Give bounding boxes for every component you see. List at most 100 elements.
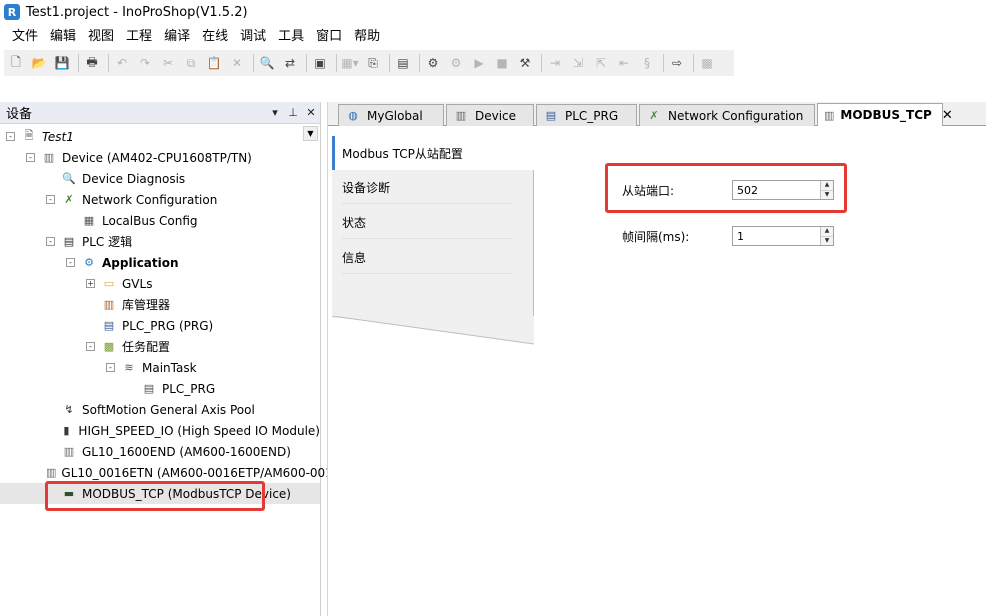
collapse-icon[interactable]: - xyxy=(106,363,115,372)
undo-icon[interactable]: ↶ xyxy=(112,53,132,73)
menu-build[interactable]: 编译 xyxy=(158,26,196,48)
tree-item[interactable]: ▤ PLC_PRG xyxy=(0,378,320,399)
collapse-icon[interactable]: - xyxy=(6,132,15,141)
frame-interval-row: 帧间隔(ms): 1 ▲ ▼ xyxy=(622,226,834,246)
menu-file[interactable]: 文件 xyxy=(6,26,44,48)
toolbar-separator xyxy=(389,54,390,72)
run-to-cursor-icon[interactable]: ⇤ xyxy=(614,53,634,73)
cut-icon[interactable]: ✂ xyxy=(158,53,178,73)
tree-item[interactable]: 🔍 Device Diagnosis xyxy=(0,168,320,189)
collapse-icon[interactable]: - xyxy=(86,342,95,351)
pane-pin-icon[interactable]: ⊥ xyxy=(284,106,302,119)
tab-myglobal[interactable]: ◍ MyGlobal xyxy=(338,104,444,126)
tab-modbus-tcp[interactable]: ▥ MODBUS_TCP ✕ xyxy=(817,103,953,126)
pane-dropdown-icon[interactable]: ▾ xyxy=(266,106,284,119)
logout-icon[interactable]: ⚙ xyxy=(446,53,466,73)
save-icon[interactable]: 💾 xyxy=(52,53,72,73)
spin-down-icon[interactable]: ▼ xyxy=(821,235,833,245)
tree-item[interactable]: - ≋ MainTask xyxy=(0,357,320,378)
login-icon[interactable]: ⚙ xyxy=(423,53,443,73)
reset-tool-icon[interactable]: ⚒ xyxy=(515,53,535,73)
tree-item[interactable]: ▥ 库管理器 xyxy=(0,294,320,315)
side-item-status[interactable]: 状态 xyxy=(332,205,534,239)
toolbar-separator xyxy=(78,54,79,72)
step-out-icon[interactable]: ⇱ xyxy=(591,53,611,73)
collapse-icon[interactable]: - xyxy=(46,237,55,246)
windows-icon[interactable]: ▣ xyxy=(310,53,330,73)
new-file-icon[interactable]: 🗋 xyxy=(6,53,26,73)
print-icon[interactable]: 🖶 xyxy=(82,53,102,73)
paste-icon[interactable]: 📋 xyxy=(204,53,224,73)
spin-up-icon[interactable]: ▲ xyxy=(821,227,833,236)
menu-edit[interactable]: 编辑 xyxy=(44,26,82,48)
menu-project[interactable]: 工程 xyxy=(120,26,158,48)
toolbar-separator xyxy=(693,54,694,72)
side-item-label: 状态 xyxy=(342,215,367,230)
tree-item[interactable]: ▥ GL10_0016ETN (AM600-0016ETP/AM600-0016E… xyxy=(0,462,369,483)
tab-network-configuration[interactable]: ✗ Network Configuration xyxy=(639,104,815,126)
build-icon[interactable]: ▤ xyxy=(393,53,413,73)
pane-close-icon[interactable]: ✕ xyxy=(302,106,320,119)
open-folder-icon[interactable]: 📂 xyxy=(29,53,49,73)
collapse-icon[interactable]: - xyxy=(66,258,75,267)
delete-icon[interactable]: ✕ xyxy=(227,53,247,73)
export-icon[interactable]: ⎘ xyxy=(363,53,383,73)
tree-scroll-down-icon[interactable]: ▼ xyxy=(303,126,318,141)
side-panel-bottom-edge xyxy=(332,316,534,345)
spin-buttons: ▲ ▼ xyxy=(820,227,833,245)
copy-icon[interactable]: ⧉ xyxy=(181,53,201,73)
tree-item-label: GL10_1600END (AM600-1600END) xyxy=(82,444,291,459)
editor-tabs: ◍ MyGlobal ▥ Device ▤ PLC_PRG ✗ Network Configu… xyxy=(328,102,986,126)
side-divider xyxy=(342,273,512,274)
highlight-box-tree-item xyxy=(45,481,265,511)
tree-item[interactable]: - ▥ Device (AM402-CPU1608TP/TN) xyxy=(0,147,320,168)
side-item-info[interactable]: 信息 xyxy=(332,240,534,274)
tab-device[interactable]: ▥ Device xyxy=(446,104,534,126)
tree-item[interactable]: ▦ LocalBus Config xyxy=(0,210,320,231)
menu-debug[interactable]: 调试 xyxy=(234,26,272,48)
menu-help[interactable]: 帮助 xyxy=(348,26,386,48)
tree-item-label: GL10_0016ETN (AM600-0016ETP/AM600-0016ET… xyxy=(61,465,370,480)
monitor-icon[interactable]: ▩ xyxy=(697,53,717,73)
collapse-icon[interactable]: - xyxy=(46,195,55,204)
menu-online[interactable]: 在线 xyxy=(196,26,234,48)
expand-icon[interactable]: + xyxy=(86,279,95,288)
tree-item[interactable]: ▥ GL10_1600END (AM600-1600END) xyxy=(0,441,320,462)
frame-interval-spinbox[interactable]: 1 ▲ ▼ xyxy=(732,226,834,246)
tree-item[interactable]: - ▤ PLC 逻辑 xyxy=(0,231,320,252)
plc-logic-icon: ▤ xyxy=(63,235,75,248)
step-over-icon[interactable]: ⇥ xyxy=(545,53,565,73)
menu-window[interactable]: 窗口 xyxy=(310,26,348,48)
step-into-icon[interactable]: ⇲ xyxy=(568,53,588,73)
tab-close-icon[interactable]: ✕ xyxy=(942,108,953,123)
run-icon[interactable]: ▶ xyxy=(469,53,489,73)
collapse-icon[interactable]: - xyxy=(26,153,35,162)
tree-item[interactable]: ▤ PLC_PRG (PRG) xyxy=(0,315,320,336)
breakpoint-icon[interactable]: § xyxy=(637,53,657,73)
config-side-panel: Modbus TCP从站配置 设备诊断 状态 信息 xyxy=(332,136,534,616)
toolbar-separator xyxy=(541,54,542,72)
grid-dropdown-icon[interactable]: ▦▾ xyxy=(340,53,360,73)
redo-icon[interactable]: ↷ xyxy=(135,53,155,73)
toolbar-separator xyxy=(663,54,664,72)
localbus-icon: ▦ xyxy=(83,214,95,227)
menu-tools[interactable]: 工具 xyxy=(272,26,310,48)
tab-plc-prg[interactable]: ▤ PLC_PRG xyxy=(536,104,637,126)
next-statement-icon[interactable]: ⇨ xyxy=(667,53,687,73)
frame-interval-input[interactable]: 1 xyxy=(733,230,820,243)
menu-view[interactable]: 视图 xyxy=(82,26,120,48)
tree-item[interactable]: ↯ SoftMotion General Axis Pool xyxy=(0,399,320,420)
tree-item-label: HIGH_SPEED_IO (High Speed IO Module) xyxy=(78,423,320,438)
side-item-modbus-slave-config[interactable]: Modbus TCP从站配置 xyxy=(332,136,534,170)
side-item-device-diagnosis[interactable]: 设备诊断 xyxy=(332,170,534,204)
find-icon[interactable]: 🔍 xyxy=(257,53,277,73)
tree-item[interactable]: - ✗ Network Configuration xyxy=(0,189,320,210)
tree-item[interactable]: - ▩ 任务配置 xyxy=(0,336,320,357)
tree-item[interactable]: - 🗎 Test1 xyxy=(0,126,320,147)
devices-pane: 设备 ▾ ⊥ ✕ - 🗎 Test1- ▥ Device (AM402-CPU1608T… xyxy=(0,102,369,616)
tree-item[interactable]: - ⚙ Application xyxy=(0,252,320,273)
stop-icon[interactable]: ■ xyxy=(492,53,512,73)
replace-icon[interactable]: ⇄ xyxy=(280,53,300,73)
tree-item[interactable]: + ▭ GVLs xyxy=(0,273,320,294)
tree-item[interactable]: ▮ HIGH_SPEED_IO (High Speed IO Module) xyxy=(0,420,320,441)
